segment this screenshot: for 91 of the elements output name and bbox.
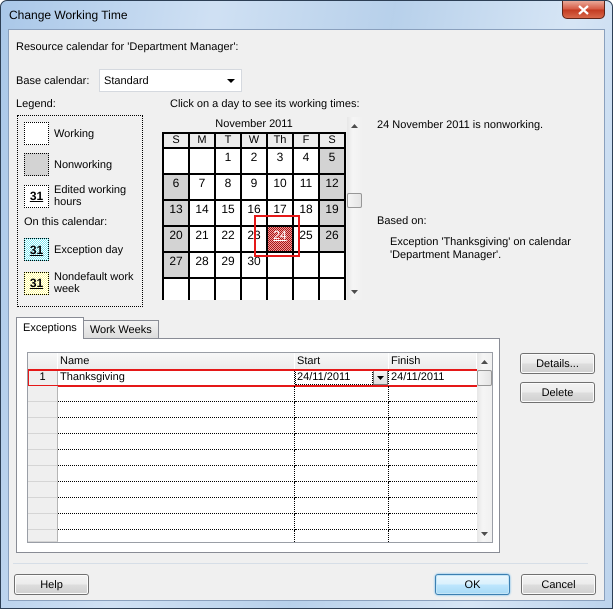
row-header-cell <box>28 514 58 530</box>
scroll-up-icon[interactable] <box>481 360 488 364</box>
column-header: Name <box>58 353 295 370</box>
legend-label: Nondefault work week <box>54 271 134 295</box>
base-calendar-dropdown[interactable]: Standard <box>99 69 242 92</box>
calendar-day[interactable]: 6 <box>164 175 188 199</box>
calendar-day[interactable]: 15 <box>216 201 240 225</box>
calendar-day[interactable]: 8 <box>216 175 240 199</box>
based-on-label: Based on: <box>377 215 428 228</box>
calendar-instruction: Click on a day to see its working times: <box>170 98 360 110</box>
row-header-cell <box>28 402 58 418</box>
calendar-day[interactable]: 27 <box>164 253 188 277</box>
calendar-day[interactable]: 20 <box>164 227 188 251</box>
dropdown-arrow-icon <box>227 78 235 82</box>
help-button[interactable]: Help <box>14 574 89 595</box>
calendar-day[interactable]: 17 <box>268 201 292 225</box>
scroll-up-icon[interactable] <box>351 124 358 128</box>
calendar-day[interactable]: 26 <box>320 227 344 251</box>
column-header: Finish <box>389 353 477 370</box>
row-header-cell <box>28 530 58 542</box>
legend-subheading: On this calendar: <box>24 216 108 229</box>
scrollbar[interactable] <box>477 353 492 542</box>
weekday-header: T <box>216 134 240 147</box>
scroll-down-icon[interactable] <box>351 290 358 294</box>
scrollbar-thumb[interactable] <box>347 193 362 208</box>
row-header-cell <box>28 450 58 466</box>
legend-swatch-icon <box>24 122 49 145</box>
row-header-cell <box>28 434 58 450</box>
row-header-cell <box>28 418 58 434</box>
legend-label: Nonworking <box>54 158 114 170</box>
legend-sample-date: 31 <box>24 184 49 208</box>
calendar-day[interactable]: 28 <box>190 253 214 277</box>
calendar-day[interactable]: 9 <box>242 175 266 199</box>
weekday-header: Th <box>268 134 292 147</box>
calendar-day[interactable]: 29 <box>216 253 240 277</box>
base-calendar-label: Base calendar: <box>16 74 90 86</box>
tab[interactable]: Exceptions <box>16 317 84 339</box>
table-corner-cell <box>28 353 58 370</box>
calendar-day[interactable]: 3 <box>268 149 292 173</box>
tab[interactable]: Work Weeks <box>82 320 159 338</box>
resource-calendar-label: Resource calendar for 'Department Manager': <box>16 41 238 54</box>
weekday-header: S <box>164 134 188 147</box>
legend-label: Exception day <box>54 244 124 256</box>
calendar-day[interactable]: 10 <box>268 175 292 199</box>
action-button[interactable]: Details... <box>520 353 595 374</box>
month-title: November 2011 <box>214 117 294 132</box>
row-header-cell <box>28 482 58 498</box>
row-header-cell <box>28 466 58 482</box>
row-header-cell <box>28 498 58 514</box>
action-button[interactable]: Delete <box>520 382 595 403</box>
close-button[interactable] <box>562 1 605 19</box>
column-header: Start <box>295 353 389 370</box>
scrollbar-thumb[interactable] <box>477 370 492 386</box>
calendar-day[interactable]: 5 <box>320 149 344 173</box>
caret-icon <box>377 376 384 380</box>
calendar-day[interactable]: 21 <box>190 227 214 251</box>
calendar-day[interactable]: 30 <box>242 253 266 277</box>
window-title: Change Working Time <box>9 8 128 22</box>
legend-label: Edited working hours <box>54 184 128 208</box>
legend-heading: Legend: <box>16 98 57 111</box>
scroll-down-icon[interactable] <box>481 532 488 536</box>
weekday-header: W <box>242 134 266 147</box>
calendar-day[interactable]: 19 <box>320 201 344 225</box>
legend-sample-date: 31 <box>24 238 49 261</box>
calendar-day[interactable]: 4 <box>294 149 318 173</box>
based-on-description: Exception 'Thanksgiving' on calendar 'Department Manager'. <box>390 236 572 262</box>
weekday-header: S <box>320 134 344 147</box>
table-cell[interactable]: 24/11/2011 <box>389 370 477 385</box>
calendar-day[interactable]: 16 <box>242 201 266 225</box>
calendar-day[interactable]: 25 <box>294 227 318 251</box>
date-dropdown-button[interactable] <box>373 370 388 385</box>
day-status-text: 24 November 2011 is nonworking. <box>377 119 544 132</box>
row-header-cell <box>28 386 58 402</box>
calendar-day[interactable]: 22 <box>216 227 240 251</box>
legend-sample-date: 31 <box>24 272 49 294</box>
calendar-day[interactable]: 7 <box>190 175 214 199</box>
legend-label: Working <box>54 128 96 140</box>
calendar-day[interactable]: 13 <box>164 201 188 225</box>
dialog-button[interactable]: OK <box>435 574 510 595</box>
calendar-day[interactable]: 2 <box>242 149 266 173</box>
dialog-button[interactable]: Cancel <box>521 574 596 595</box>
calendar-day[interactable]: 11 <box>294 175 318 199</box>
close-icon <box>578 4 589 14</box>
weekday-header: F <box>294 134 318 147</box>
legend-swatch-icon <box>24 153 49 176</box>
calendar-day[interactable]: 12 <box>320 175 344 199</box>
weekday-header: M <box>190 134 214 147</box>
table-cell[interactable]: Thanksgiving <box>58 370 294 385</box>
calendar-day[interactable]: 1 <box>216 149 240 173</box>
calendar-day[interactable]: 14 <box>190 201 214 225</box>
calendar-day[interactable]: 18 <box>294 201 318 225</box>
